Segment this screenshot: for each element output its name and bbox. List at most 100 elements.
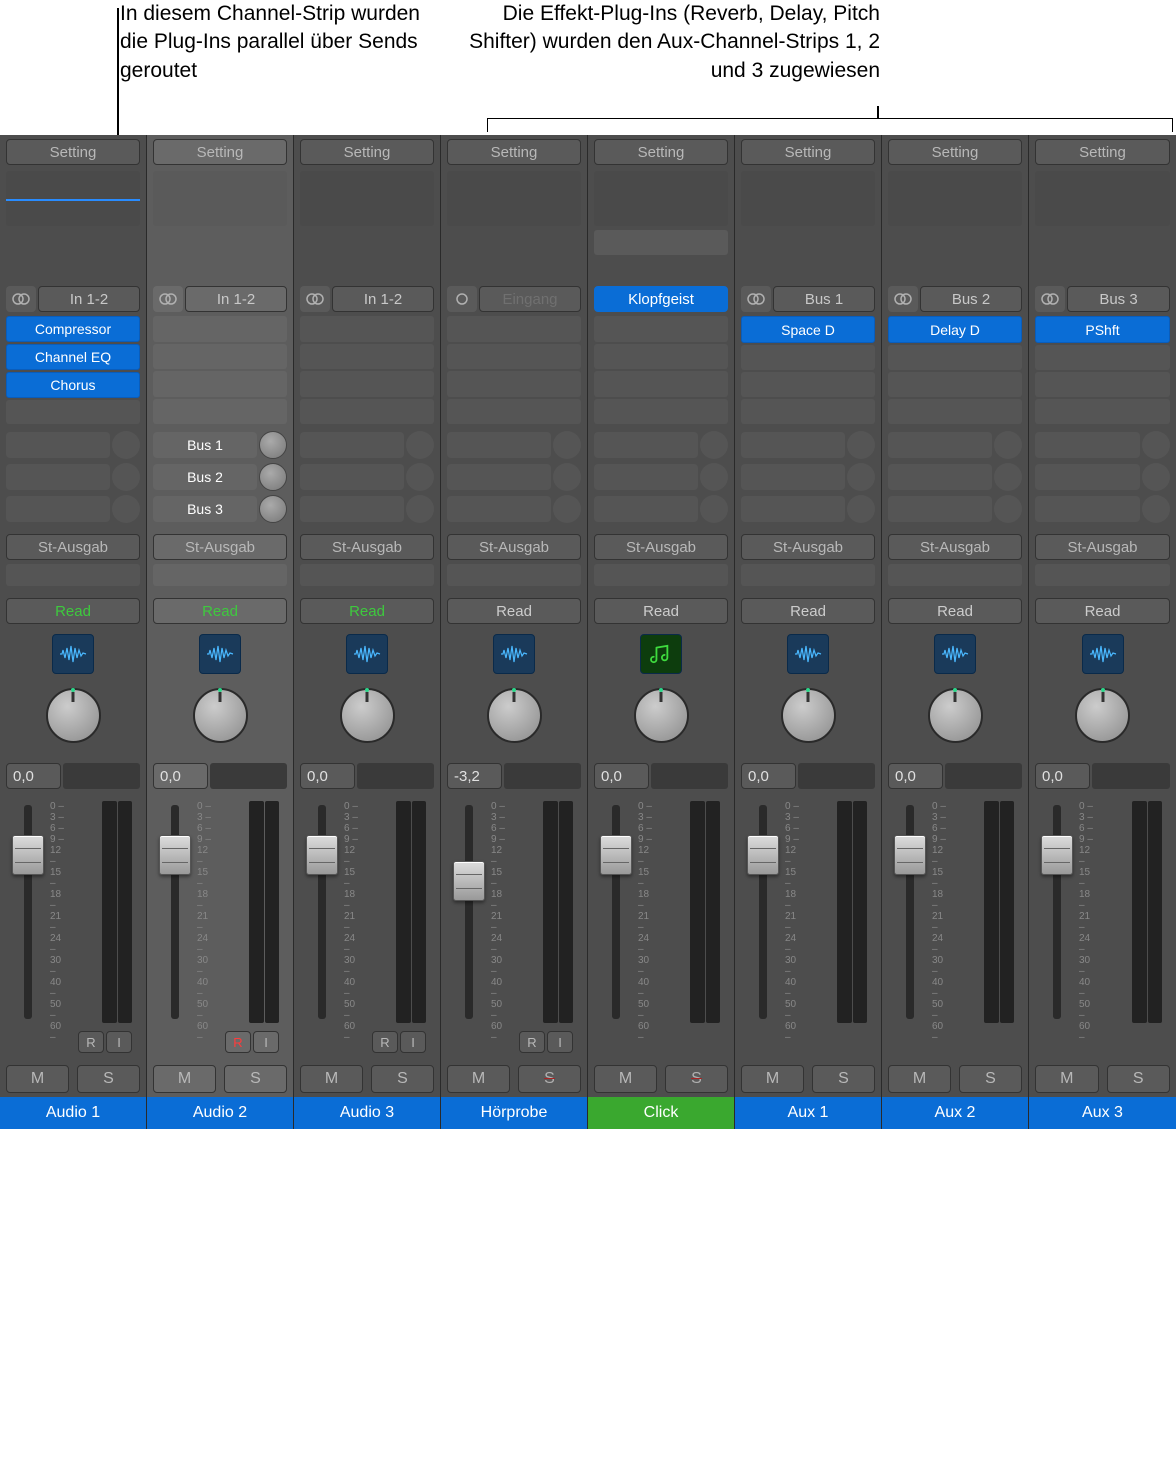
mute-button[interactable]: M: [6, 1065, 69, 1093]
instrument-slot[interactable]: Klopfgeist: [594, 286, 728, 312]
midi-fx-slot[interactable]: [447, 230, 581, 255]
peak-display[interactable]: [945, 763, 1022, 789]
volume-fader[interactable]: [12, 835, 44, 875]
midi-fx-slot[interactable]: [447, 257, 581, 282]
db-value[interactable]: 0,0: [888, 763, 943, 789]
audio-fx-slot-empty[interactable]: [741, 345, 875, 370]
group-slot[interactable]: [6, 564, 140, 586]
audio-fx-slot[interactable]: Chorus: [6, 372, 140, 398]
output-slot[interactable]: St-Ausgab: [741, 534, 875, 560]
audio-fx-slot-empty[interactable]: [1035, 345, 1170, 370]
pan-knob[interactable]: [340, 688, 395, 743]
record-enable-button[interactable]: R: [519, 1031, 545, 1053]
pan-knob[interactable]: [46, 688, 101, 743]
send-slot-empty[interactable]: [888, 496, 992, 522]
send-slot-empty[interactable]: [1035, 432, 1140, 458]
send-slot-empty[interactable]: [6, 496, 110, 522]
track-icon[interactable]: [787, 634, 829, 674]
send-slot-empty[interactable]: [1035, 496, 1140, 522]
track-icon[interactable]: [52, 634, 94, 674]
track-name[interactable]: Audio 1: [0, 1097, 146, 1129]
volume-fader[interactable]: [453, 861, 485, 901]
audio-fx-slot[interactable]: Delay D: [888, 316, 1022, 343]
send-slot-empty[interactable]: [300, 464, 404, 490]
audio-fx-slot[interactable]: Space D: [741, 316, 875, 343]
send-slot-empty[interactable]: [447, 432, 551, 458]
midi-fx-slot[interactable]: [594, 230, 728, 255]
db-value[interactable]: 0,0: [300, 763, 355, 789]
pan-knob[interactable]: [487, 688, 542, 743]
db-value[interactable]: 0,0: [1035, 763, 1090, 789]
record-enable-button[interactable]: R: [372, 1031, 398, 1053]
mute-button[interactable]: M: [594, 1065, 657, 1093]
pan-knob[interactable]: [1075, 688, 1130, 743]
send-slot-empty[interactable]: [741, 496, 845, 522]
track-icon[interactable]: [199, 634, 241, 674]
send-slot[interactable]: Bus 2: [153, 464, 257, 490]
automation-mode-button[interactable]: Read: [153, 598, 287, 624]
track-name[interactable]: Aux 3: [1029, 1097, 1176, 1129]
send-slot-empty[interactable]: [6, 464, 110, 490]
input-slot[interactable]: Bus 2: [920, 286, 1022, 312]
mute-button[interactable]: M: [888, 1065, 951, 1093]
eq-thumbnail[interactable]: [153, 171, 287, 226]
setting-button[interactable]: Setting: [1035, 139, 1170, 165]
audio-fx-slot[interactable]: Channel EQ: [6, 344, 140, 370]
midi-fx-slot[interactable]: [6, 257, 140, 282]
audio-fx-slot-empty[interactable]: [300, 344, 434, 370]
send-slot-empty[interactable]: [888, 432, 992, 458]
group-slot[interactable]: [888, 564, 1022, 586]
eq-thumbnail[interactable]: [741, 171, 875, 226]
input-slot[interactable]: Bus 1: [773, 286, 875, 312]
solo-button[interactable]: S: [665, 1065, 728, 1093]
track-name[interactable]: Audio 3: [294, 1097, 440, 1129]
midi-fx-slot[interactable]: [6, 230, 140, 255]
mute-button[interactable]: M: [153, 1065, 216, 1093]
track-icon[interactable]: [493, 634, 535, 674]
input-format-button[interactable]: [888, 286, 918, 312]
input-slot[interactable]: In 1-2: [332, 286, 434, 312]
send-slot[interactable]: Bus 3: [153, 496, 257, 522]
peak-display[interactable]: [63, 763, 140, 789]
send-slot-empty[interactable]: [300, 496, 404, 522]
input-monitor-button[interactable]: I: [253, 1031, 279, 1053]
peak-display[interactable]: [1092, 763, 1170, 789]
input-format-button[interactable]: [1035, 286, 1065, 312]
output-slot[interactable]: St-Ausgab: [888, 534, 1022, 560]
solo-button[interactable]: S: [812, 1065, 875, 1093]
audio-fx-slot-empty[interactable]: [153, 316, 287, 342]
track-icon[interactable]: [346, 634, 388, 674]
track-icon[interactable]: [640, 634, 682, 674]
audio-fx-slot-empty[interactable]: [300, 371, 434, 397]
output-slot[interactable]: St-Ausgab: [447, 534, 581, 560]
peak-display[interactable]: [504, 763, 581, 789]
audio-fx-slot-empty[interactable]: [6, 400, 140, 424]
group-slot[interactable]: [300, 564, 434, 586]
setting-button[interactable]: Setting: [741, 139, 875, 165]
input-slot[interactable]: In 1-2: [38, 286, 140, 312]
track-name[interactable]: Audio 2: [147, 1097, 293, 1129]
audio-fx-slot-empty[interactable]: [300, 316, 434, 342]
setting-button[interactable]: Setting: [300, 139, 434, 165]
track-name[interactable]: Hörprobe: [441, 1097, 587, 1129]
peak-display[interactable]: [798, 763, 875, 789]
setting-button[interactable]: Setting: [888, 139, 1022, 165]
pan-knob[interactable]: [928, 688, 983, 743]
send-slot-empty[interactable]: [594, 464, 698, 490]
automation-mode-button[interactable]: Read: [1035, 598, 1170, 624]
group-slot[interactable]: [1035, 564, 1170, 586]
track-name[interactable]: Click: [588, 1097, 734, 1129]
track-name[interactable]: Aux 2: [882, 1097, 1028, 1129]
automation-mode-button[interactable]: Read: [888, 598, 1022, 624]
audio-fx-slot-empty[interactable]: [447, 399, 581, 425]
input-format-button[interactable]: [447, 286, 477, 312]
track-icon[interactable]: [934, 634, 976, 674]
audio-fx-slot-empty[interactable]: [741, 372, 875, 397]
audio-fx-slot-empty[interactable]: [153, 399, 287, 425]
peak-display[interactable]: [357, 763, 434, 789]
send-slot-empty[interactable]: [447, 464, 551, 490]
audio-fx-slot-empty[interactable]: [153, 344, 287, 370]
send-slot[interactable]: Bus 1: [153, 432, 257, 458]
midi-fx-slot[interactable]: [1035, 230, 1170, 255]
audio-fx-slot[interactable]: PShft: [1035, 316, 1170, 343]
